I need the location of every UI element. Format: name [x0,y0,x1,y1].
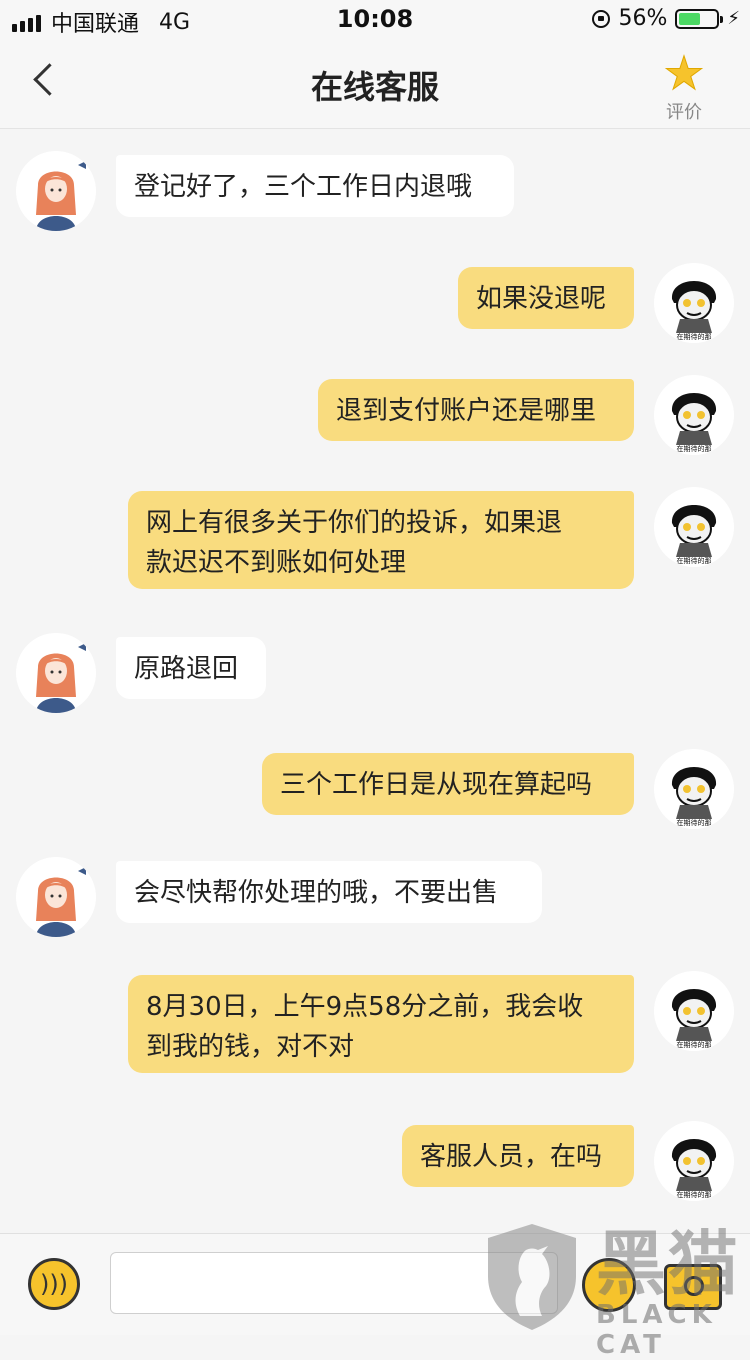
message-text: 款迟迟不到账如何处理 [146,548,407,578]
agent-avatar[interactable] [16,857,96,937]
agent-avatar[interactable] [16,633,96,713]
message-bubble[interactable]: 客服人员，在吗 [402,1125,634,1187]
rotation-lock-icon [592,9,611,28]
svg-text:在期待的那: 在期待的那 [677,1040,712,1049]
agent-message: 原路退回 [0,633,750,713]
message-bubble[interactable]: 如果没退呢 [458,267,634,329]
voice-icon: ))) [39,1270,69,1298]
user-avatar[interactable]: 在期待的那 [654,263,734,343]
user-avatar[interactable]: 在期待的那 [654,1121,734,1201]
message-bubble[interactable]: 原路退回 [116,637,266,699]
nav-bar: 在线客服 ★ 评价 [0,40,750,129]
rate-label: 评价 [666,102,702,123]
watermark-logo: 黑猫 [596,1223,740,1305]
svg-text:在期待的那: 在期待的那 [677,818,712,827]
user-message: 在期待的那 如果没退呢 [0,263,750,343]
message-text: 三个工作日是从现在算起吗 [280,770,593,800]
svg-text:在期待的那: 在期待的那 [677,444,712,453]
message-text: 登记好了，三个工作日内退哦 [134,172,473,202]
message-bubble[interactable]: 登记好了，三个工作日内退哦 [116,155,514,217]
message-bubble[interactable]: 会尽快帮你处理的哦，不要出售 [116,861,542,923]
message-text: 退到支付账户还是哪里 [336,396,597,426]
user-message: 在期待的那 三个工作日是从现在算起吗 [0,749,750,829]
message-bubble[interactable]: 三个工作日是从现在算起吗 [262,753,634,815]
page-title: 在线客服 [310,68,439,106]
user-avatar[interactable]: 在期待的那 [654,749,734,829]
message-bubble[interactable]: 网上有很多关于你们的投诉，如果退 款迟迟不到账如何处理 [128,491,634,589]
message-list[interactable]: 登记好了，三个工作日内退哦 在期待的那 如果没退呢 在期待的那 退到支付账户还是哪里 在期… [0,129,750,1232]
message-bubble[interactable]: 退到支付账户还是哪里 [318,379,634,441]
message-text: 8月30日，上午9点58分之前，我会收 [146,992,584,1022]
user-message: 在期待的那 客服人员，在吗 [0,1121,750,1201]
user-avatar[interactable]: 在期待的那 [654,375,734,455]
user-message: 在期待的那 网上有很多关于你们的投诉，如果退 款迟迟不到账如何处理 [0,487,750,595]
message-bubble[interactable]: 8月30日，上午9点58分之前，我会收 到我的钱，对不对 [128,975,634,1073]
agent-message: 会尽快帮你处理的哦，不要出售 [0,857,750,937]
user-message: 在期待的那 8月30日，上午9点58分之前，我会收 到我的钱，对不对 [0,971,750,1079]
message-text: 网上有很多关于你们的投诉，如果退 [146,508,563,538]
status-bar: 中国联通 4G 10:08 56% ⚡ [0,0,750,40]
star-icon: ★ [663,46,705,100]
voice-input-button[interactable]: ))) [28,1258,80,1310]
message-text: 如果没退呢 [476,284,607,314]
watermark-subtitle: BLACK CAT [596,1300,717,1360]
message-text: 会尽快帮你处理的哦，不要出售 [134,878,499,908]
battery-percent: 56% [618,6,668,31]
rate-button[interactable]: ★ 评价 [652,50,716,124]
agent-avatar[interactable] [16,151,96,231]
user-avatar[interactable]: 在期待的那 [654,971,734,1051]
user-avatar[interactable]: 在期待的那 [654,487,734,567]
charging-icon: ⚡ [727,8,740,29]
message-text: 客服人员，在吗 [420,1142,603,1172]
svg-text:在期待的那: 在期待的那 [677,556,712,565]
user-message: 在期待的那 退到支付账户还是哪里 [0,375,750,455]
message-text: 原路退回 [134,654,239,684]
svg-text:在期待的那: 在期待的那 [677,1190,712,1199]
watermark-shield-icon [488,1224,576,1330]
battery-icon [675,8,724,29]
agent-message: 登记好了，三个工作日内退哦 [0,151,750,231]
message-text: 到我的钱，对不对 [146,1032,355,1062]
status-bar-right: 56% ⚡ [592,6,740,31]
svg-text:在期待的那: 在期待的那 [677,332,712,341]
